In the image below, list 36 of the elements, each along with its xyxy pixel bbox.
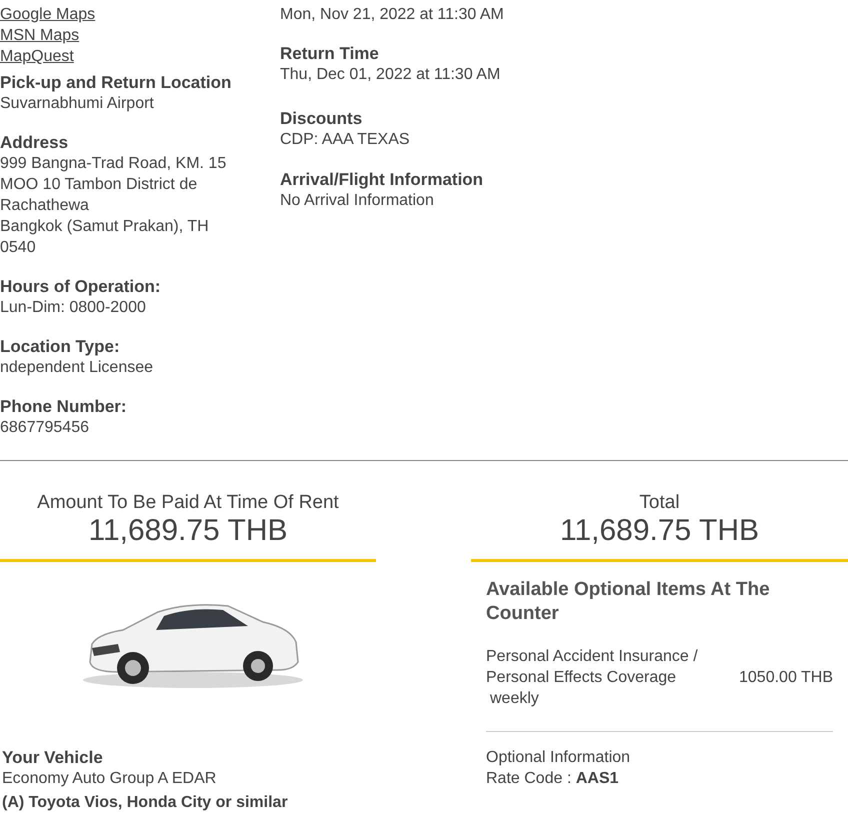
field-value: Bangkok (Samut Prakan), TH — [0, 217, 210, 237]
field-value: Suvarnabhumi Airport — [0, 94, 155, 114]
field-value: CDP: AAA TEXAS — [280, 130, 411, 150]
field-label: Phone Number: — [0, 396, 128, 417]
amount-due-label: Amount To Be Paid At Time Of Rent — [37, 491, 339, 515]
field-label: Hours of Operation: — [0, 276, 162, 297]
field-value: 0540 — [0, 238, 37, 258]
optional-item-price: 1050.00 THB — [739, 668, 833, 688]
field-label: Arrival/Flight Information — [280, 169, 484, 190]
amount-due-value: 11,689.75 THB — [88, 515, 288, 547]
optional-items-title: Available Optional Items At The Counter — [486, 578, 771, 626]
map-link[interactable]: MSN Maps — [0, 25, 80, 46]
field-label: Address — [0, 132, 70, 153]
rate-code: Rate Code : AAS1 — [486, 769, 620, 789]
field-label: Return Time — [280, 43, 380, 64]
pickup-time-value: Mon, Nov 21, 2022 at 11:30 AM — [280, 5, 504, 25]
vehicle-models: (A) Toyota Vios, Honda City or similar — [2, 793, 289, 813]
total-label: Total — [639, 491, 680, 515]
optional-info-label: Optional Information — [486, 748, 632, 768]
field-value: No Arrival Information — [280, 191, 435, 211]
field-value: Thu, Dec 01, 2022 at 11:30 AM — [280, 65, 502, 85]
field-value: 6867795456 — [0, 418, 90, 438]
field-value: 999 Bangna-Trad Road, KM. 15 — [0, 154, 228, 174]
optional-item-period: weekly — [489, 689, 540, 709]
field-label: Pick-up and Return Location — [0, 72, 232, 93]
total-value: 11,689.75 THB — [560, 515, 760, 547]
field-value: MOO 10 Tambon District de — [0, 175, 198, 195]
field-label: Discounts — [280, 108, 364, 129]
field-value: Lun-Dim: 0800-2000 — [0, 298, 147, 318]
vehicle-label: Your Vehicle — [2, 747, 104, 768]
map-link[interactable]: MapQuest — [0, 46, 74, 67]
field-value: ndependent Licensee — [0, 358, 154, 378]
field-label: Location Type: — [0, 336, 121, 357]
field-value: Rachathewa — [0, 196, 90, 216]
vehicle-group: Economy Auto Group A EDAR — [2, 768, 376, 789]
map-link[interactable]: Google Maps — [0, 4, 96, 25]
